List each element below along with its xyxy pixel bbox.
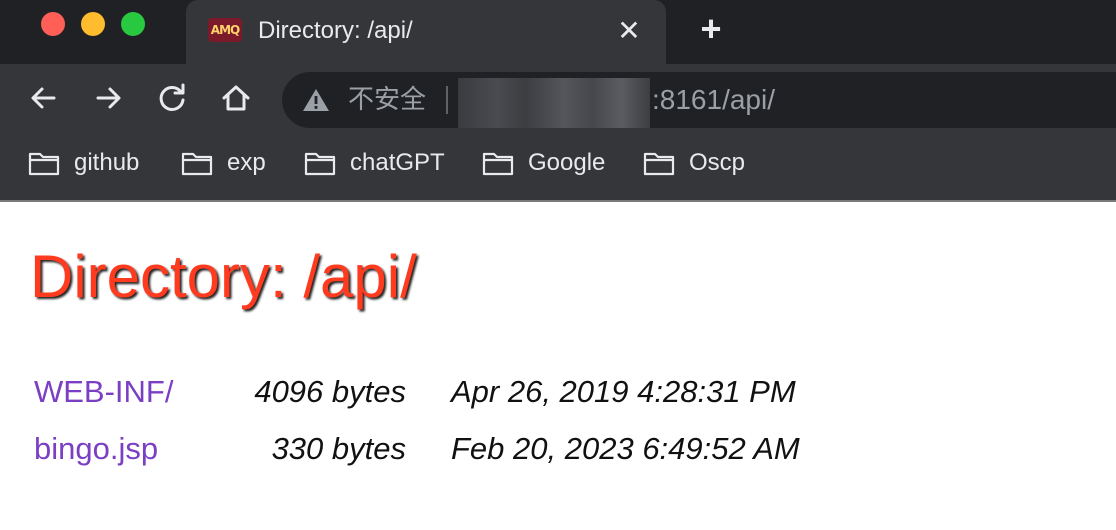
new-tab-button[interactable]: + — [694, 11, 728, 47]
address-bar[interactable]: 不安全 :8161/api/ — [282, 72, 1116, 128]
browser-chrome: AMQ Directory: /api/ ✕ + 不安全:8161/api/ … — [0, 0, 1116, 200]
entry-link-web-inf[interactable]: WEB-INF/ — [34, 372, 174, 412]
url-text[interactable]: :8161/api/ — [652, 84, 775, 116]
bookmark-label: chatGPT — [350, 149, 445, 176]
back-button[interactable] — [24, 78, 64, 118]
bookmark-label: Google — [528, 149, 606, 176]
close-window-button[interactable] — [41, 12, 65, 36]
folder-icon — [643, 152, 675, 176]
tab-title: Directory: /api/ — [258, 17, 413, 44]
forward-button[interactable] — [88, 78, 128, 118]
reload-icon — [159, 83, 185, 111]
toolbar: 不安全 :8161/api/ — [0, 64, 1116, 136]
tab-close-button[interactable]: ✕ — [614, 16, 644, 46]
home-button[interactable] — [216, 78, 256, 118]
arrow-right-icon — [96, 87, 121, 109]
page-content: Directory: /api/ WEB-INF/ 4096 bytes Apr… — [0, 202, 1116, 530]
bookmark-oscp[interactable]: Oscp — [643, 148, 745, 178]
entry-modified: Feb 20, 2023 6:49:52 AM — [451, 431, 800, 466]
entry-size: 4096 bytes — [254, 374, 406, 409]
folder-icon — [304, 152, 336, 176]
warning-triangle-icon[interactable] — [302, 87, 330, 113]
bookmark-label: Oscp — [689, 149, 746, 176]
tab-strip: AMQ Directory: /api/ ✕ + — [0, 0, 1116, 64]
home-icon — [222, 85, 250, 111]
arrow-left-icon — [31, 87, 56, 109]
not-secure-label[interactable]: 不安全 — [348, 85, 426, 115]
bookmarks-bar: github exp chatGPT Google Oscp — [0, 136, 1116, 200]
folder-icon — [28, 152, 60, 176]
minimize-window-button[interactable] — [81, 12, 105, 36]
omnibox-divider — [446, 86, 448, 114]
table-row: WEB-INF/ 4096 bytes Apr 26, 2019 4:28:31… — [0, 372, 1116, 412]
maximize-window-button[interactable] — [121, 12, 145, 36]
redacted-host — [458, 78, 650, 128]
bookmark-github[interactable]: github — [28, 148, 139, 178]
reload-button[interactable] — [152, 78, 192, 118]
bookmark-label: github — [74, 149, 140, 176]
entry-link-bingo-jsp[interactable]: bingo.jsp — [34, 429, 158, 469]
bookmark-chatgpt[interactable]: chatGPT — [304, 148, 445, 178]
folder-icon — [181, 152, 213, 176]
folder-icon — [482, 152, 514, 176]
table-row: bingo.jsp 330 bytes Feb 20, 2023 6:49:52… — [0, 429, 1116, 469]
tab-active[interactable]: AMQ Directory: /api/ ✕ — [186, 0, 666, 64]
entry-size: 330 bytes — [271, 431, 406, 466]
bookmark-exp[interactable]: exp — [181, 148, 266, 178]
entry-modified: Apr 26, 2019 4:28:31 PM — [451, 374, 796, 409]
page-title: Directory: /api/ — [30, 243, 417, 310]
bookmark-label: exp — [227, 149, 266, 176]
bookmark-google[interactable]: Google — [482, 148, 605, 178]
activemq-favicon-icon: AMQ — [208, 18, 242, 42]
